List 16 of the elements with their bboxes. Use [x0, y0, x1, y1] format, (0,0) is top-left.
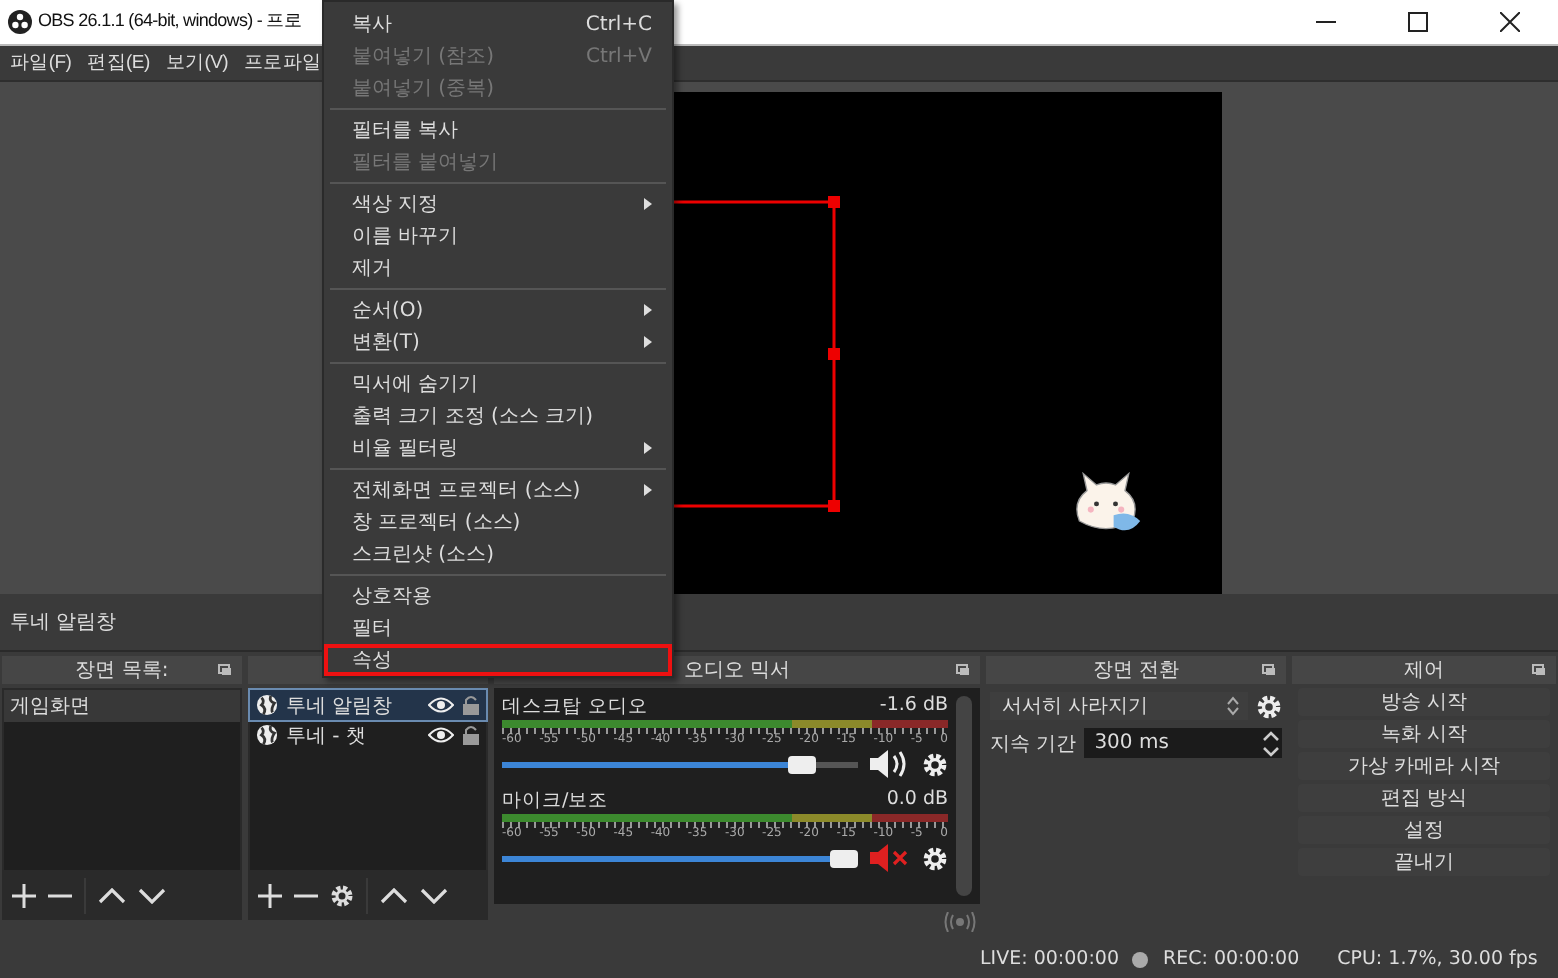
cpu-status: CPU: 1.7%, 30.00 fps [1337, 948, 1538, 971]
dock-title: 제어 [1404, 658, 1444, 685]
dock-title: 장면 목록: [75, 658, 169, 685]
live-status: LIVE: 00:00:00 [980, 948, 1119, 971]
db-reading: -1.6 dB [879, 694, 948, 719]
window-title: OBS 26.1.1 (64-bit, windows) - 프로 [38, 8, 302, 35]
source-label: 투네 알림창 [286, 693, 395, 720]
track-name: 마이크/보조 [502, 788, 609, 813]
source-name-label: 투네 알림창 [10, 610, 117, 637]
db-reading: 0.0 dB [886, 788, 948, 813]
source-label: 투네 - 챗 [286, 723, 368, 750]
duration-label: 지속 기간 [990, 731, 1077, 758]
track-name: 데스크탑 오디오 [502, 694, 649, 719]
dock-title: 장면 전환 [1092, 658, 1180, 685]
dock-title: 오디오 믹서 [683, 658, 791, 685]
rec-status: REC: 00:00:00 [1162, 948, 1300, 971]
